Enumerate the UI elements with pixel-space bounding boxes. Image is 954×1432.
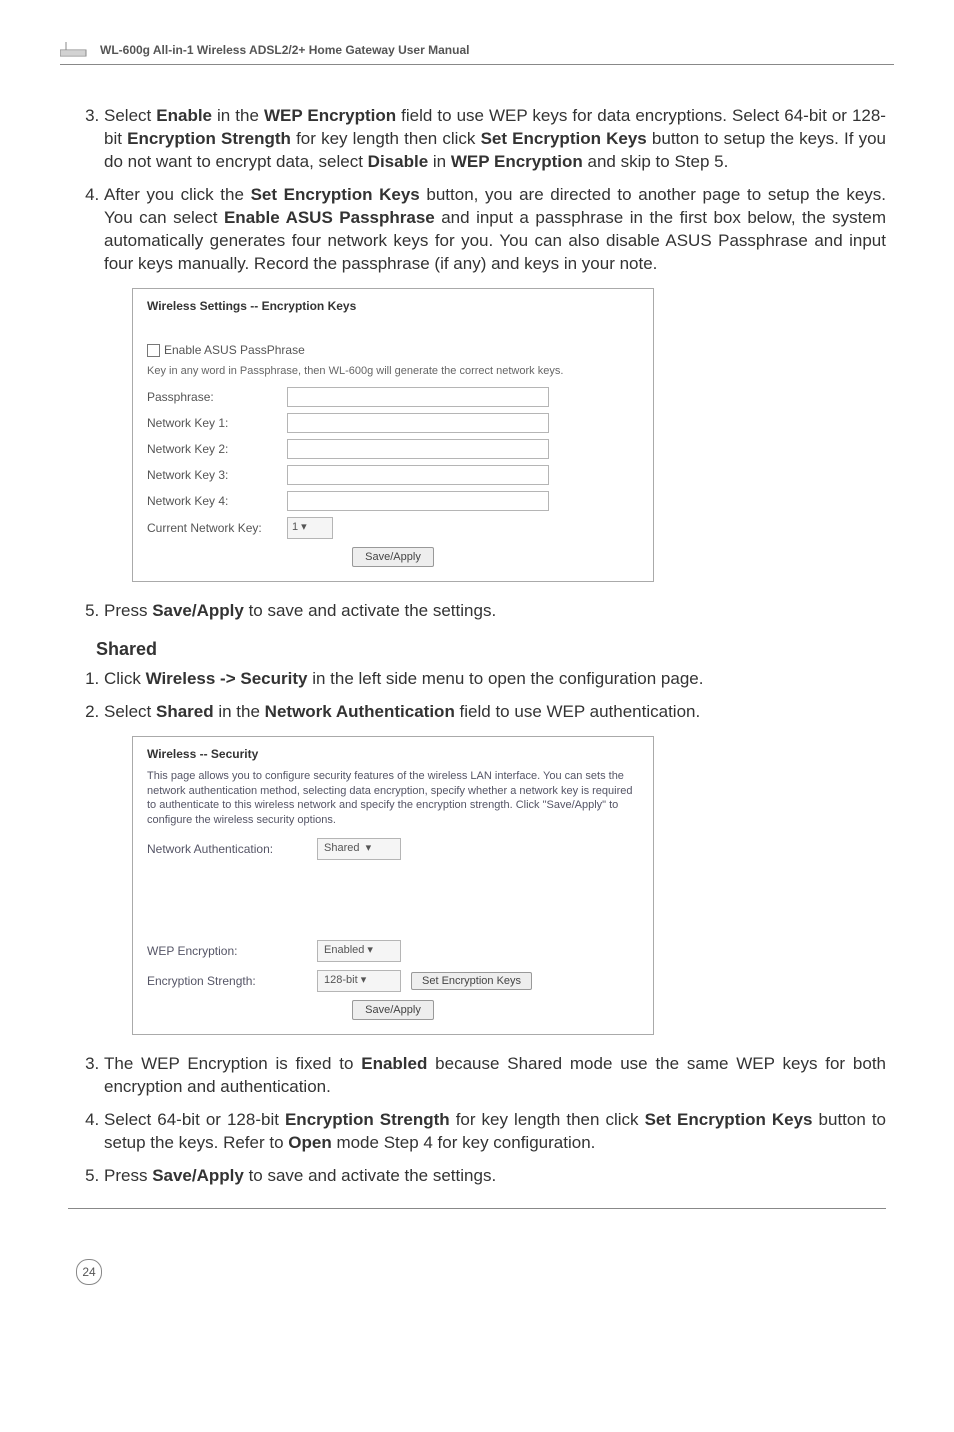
shared-step-1: Click Wireless -> Security in the left s… (104, 668, 886, 691)
ss1-row-passphrase: Passphrase: (147, 387, 639, 407)
footer-divider (68, 1208, 886, 1219)
network-authentication-select[interactable]: Shared ▾ (317, 838, 401, 860)
shared-heading: Shared (96, 639, 886, 660)
set-encryption-keys-button[interactable]: Set Encryption Keys (411, 972, 532, 990)
page-header: WL-600g All-in-1 Wireless ADSL2/2+ Home … (60, 40, 894, 65)
current-network-key-select[interactable]: 1 ▾ (287, 517, 333, 539)
save-apply-button-2[interactable]: Save/Apply (352, 1000, 434, 1020)
screenshot-encryption-keys: Wireless Settings -- Encryption Keys Ena… (132, 288, 654, 582)
page-number-container: 24 (76, 1259, 886, 1285)
shared-step-3: The WEP Encryption is fixed to Enabled b… (104, 1053, 886, 1099)
ss1-row-key1: Network Key 1: (147, 413, 639, 433)
screenshot-wireless-security: Wireless -- Security This page allows yo… (132, 736, 654, 1035)
ss2-description: This page allows you to configure securi… (147, 769, 639, 828)
page-number: 24 (76, 1259, 102, 1285)
instruction-list-2: Click Wireless -> Security in the left s… (68, 668, 886, 724)
step-3: Select Enable in the WEP Encryption fiel… (104, 105, 886, 174)
ss1-title: Wireless Settings -- Encryption Keys (147, 299, 639, 313)
ss2-title: Wireless -- Security (147, 747, 639, 761)
ss1-description: Key in any word in Passphrase, then WL-6… (147, 365, 639, 377)
ss2-enc-row: Encryption Strength: 128-bit ▾ Set Encry… (147, 970, 639, 992)
instruction-list-3: The WEP Encryption is fixed to Enabled b… (68, 1053, 886, 1188)
checkbox-icon[interactable] (147, 344, 160, 357)
network-key-3-input[interactable] (287, 465, 549, 485)
wep-encryption-select[interactable]: Enabled ▾ (317, 940, 401, 962)
router-icon (60, 40, 92, 60)
network-key-2-input[interactable] (287, 439, 549, 459)
passphrase-input[interactable] (287, 387, 549, 407)
shared-step-4: Select 64-bit or 128-bit Encryption Stre… (104, 1109, 886, 1155)
ss2-wep-row: WEP Encryption: Enabled ▾ (147, 940, 639, 962)
ss1-row-key3: Network Key 3: (147, 465, 639, 485)
encryption-strength-select[interactable]: 128-bit ▾ (317, 970, 401, 992)
step-4: After you click the Set Encryption Keys … (104, 184, 886, 276)
header-title: WL-600g All-in-1 Wireless ADSL2/2+ Home … (100, 43, 469, 57)
network-key-4-input[interactable] (287, 491, 549, 511)
ss1-row-key2: Network Key 2: (147, 439, 639, 459)
instruction-list-1b: Press Save/Apply to save and activate th… (68, 600, 886, 623)
shared-step-2: Select Shared in the Network Authenticat… (104, 701, 886, 724)
save-apply-button[interactable]: Save/Apply (352, 547, 434, 567)
step-5: Press Save/Apply to save and activate th… (104, 600, 886, 623)
ss1-checkbox-label: Enable ASUS PassPhrase (164, 343, 305, 357)
ss1-row-current-key: Current Network Key: 1 ▾ (147, 517, 639, 539)
instruction-list-1: Select Enable in the WEP Encryption fiel… (68, 105, 886, 276)
network-key-1-input[interactable] (287, 413, 549, 433)
shared-step-5: Press Save/Apply to save and activate th… (104, 1165, 886, 1188)
ss1-row-key4: Network Key 4: (147, 491, 639, 511)
ss2-auth-row: Network Authentication: Shared ▾ (147, 838, 639, 860)
ss1-enable-passphrase-row: Enable ASUS PassPhrase (147, 343, 639, 357)
